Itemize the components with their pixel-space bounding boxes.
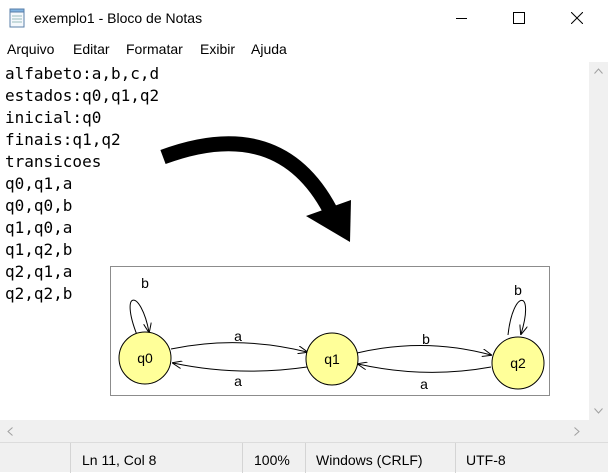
curved-arrow-icon (160, 136, 351, 242)
editor-line: estados:q0,q1,q2 (5, 86, 160, 105)
state-label-q2: q2 (510, 355, 526, 371)
edge-label-q2-q2: b (514, 282, 522, 298)
status-cursor-position: Ln 11, Col 8 (82, 452, 157, 468)
horizontal-scrollbar[interactable] (0, 420, 589, 442)
state-label-q0: q0 (137, 350, 153, 366)
editor-line: alfabeto:a,b,c,d (5, 64, 160, 83)
scroll-up-icon[interactable] (594, 68, 603, 74)
transition-q0-q0 (129, 299, 149, 336)
scrollbar-corner (589, 420, 608, 442)
edge-label-q0-q1: a (234, 328, 242, 344)
menu-formatar[interactable]: Formatar (126, 41, 183, 57)
automaton-diagram: q0 q1 q2 b a a b a b (110, 266, 550, 396)
edge-label-q0-q0: b (141, 275, 149, 291)
close-icon (571, 12, 583, 24)
status-divider (70, 443, 71, 473)
menu-editar[interactable]: Editar (73, 41, 110, 57)
editor-line: transicoes (5, 152, 102, 171)
notepad-icon (9, 8, 25, 28)
menu-exibir[interactable]: Exibir (200, 41, 235, 57)
state-label-q1: q1 (324, 351, 340, 367)
editor-line: finais:q1,q2 (5, 130, 121, 149)
menu-ajuda[interactable]: Ajuda (251, 41, 287, 57)
transition-q2-q2 (507, 300, 526, 335)
minimize-button[interactable] (434, 0, 492, 37)
status-bar: Ln 11, Col 8 100% Windows (CRLF) UTF-8 (0, 442, 608, 473)
transition-q0-q1 (170, 342, 307, 352)
editor-line: q1,q0,a (5, 218, 73, 237)
title-bar: exemplo1 - Bloco de Notas (0, 0, 608, 37)
status-zoom: 100% (254, 452, 290, 468)
menu-bar: Arquivo Editar Formatar Exibir Ajuda (0, 37, 608, 61)
scroll-down-icon[interactable] (594, 408, 603, 414)
vertical-scrollbar[interactable] (589, 62, 608, 420)
status-line-ending: Windows (CRLF) (316, 452, 423, 468)
minimize-icon (456, 18, 467, 19)
editor-line: q0,q1,a (5, 174, 73, 193)
status-divider (455, 443, 456, 473)
editor-line: inicial:q0 (5, 108, 102, 127)
maximize-button[interactable] (491, 0, 549, 37)
edge-label-q1-q2: b (422, 331, 430, 347)
status-encoding: UTF-8 (466, 452, 506, 468)
scroll-right-icon[interactable] (574, 427, 580, 436)
transition-q1-q0 (173, 363, 308, 372)
menu-arquivo[interactable]: Arquivo (7, 41, 54, 57)
maximize-icon (513, 12, 525, 24)
editor-line: q0,q0,b (5, 196, 73, 215)
close-button[interactable] (549, 0, 607, 37)
status-divider (305, 443, 306, 473)
window-title: exemplo1 - Bloco de Notas (34, 10, 203, 26)
status-divider (242, 443, 243, 473)
edge-label-q2-q1: a (420, 376, 428, 392)
editor-line: q1,q2,b (5, 240, 73, 259)
transition-q2-q1 (358, 364, 492, 373)
editor-line: q2,q2,b (5, 284, 73, 303)
edge-label-q1-q0: a (234, 373, 242, 389)
editor-line: q2,q1,a (5, 262, 73, 281)
scroll-left-icon[interactable] (7, 427, 13, 436)
